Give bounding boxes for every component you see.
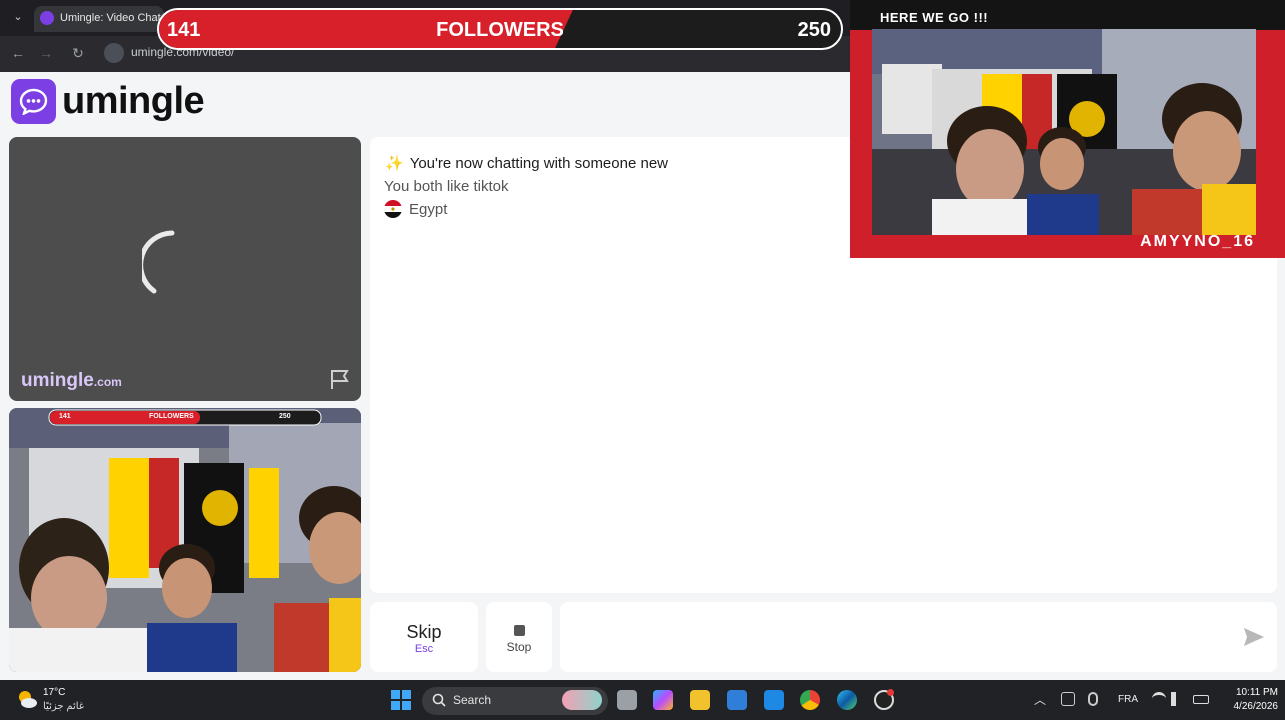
app-logo-wordmark[interactable]: umingle (62, 80, 205, 123)
stream-webcam-overlay: HERE WE GO !!! AMYYNO_16 (850, 0, 1285, 258)
watermark-suffix: .com (93, 375, 122, 389)
task-view-icon[interactable] (617, 690, 637, 710)
mail-icon[interactable] (764, 690, 784, 710)
volume-icon[interactable] (1171, 692, 1185, 706)
file-explorer-icon[interactable] (690, 690, 710, 710)
umingle-logo-icon[interactable] (11, 79, 56, 124)
message-input[interactable] (560, 602, 1277, 672)
overlay-title: HERE WE GO !!! (880, 10, 989, 25)
weather-partly-cloudy-icon[interactable] (16, 688, 38, 710)
report-flag-icon[interactable] (329, 368, 351, 390)
copilot-icon[interactable] (653, 690, 673, 710)
taskbar-clock-time[interactable]: 10:11 PM (1222, 687, 1278, 698)
weather-description[interactable]: غائم جزئيًا (43, 701, 84, 712)
skip-button[interactable]: Skip Esc (370, 602, 478, 672)
skip-shortcut-hint: Esc (414, 643, 434, 655)
skip-button-label: Skip (406, 622, 442, 642)
tray-app-icon[interactable] (1061, 692, 1075, 706)
mini-banner-goal: 250 (279, 413, 291, 420)
windows-start-icon[interactable] (391, 690, 411, 710)
microphone-icon[interactable] (1088, 692, 1098, 706)
mini-banner-current: 141 (59, 413, 71, 420)
loading-spinner-icon (142, 230, 175, 294)
battery-icon[interactable] (1193, 695, 1209, 704)
stop-button[interactable]: Stop (486, 602, 552, 672)
tray-overflow-chevron-icon[interactable]: ︿ (1034, 691, 1046, 708)
followers-goal-banner: 141 FOLLOWERS 250 (157, 8, 843, 50)
back-arrow-icon[interactable]: ← (8, 43, 28, 63)
microsoft-store-icon[interactable] (727, 690, 747, 710)
watermark-name: umingle (21, 370, 94, 391)
stranger-video-watermark: umingle.com (21, 370, 122, 392)
followers-goal-count: 250 (797, 19, 831, 41)
system-message: ✨ You're now chatting with someone new (385, 154, 668, 172)
taskbar-clock-date[interactable]: 4/26/2026 (1222, 701, 1279, 712)
egypt-flag-icon (384, 200, 402, 218)
mini-banner-label: FOLLOWERS (149, 413, 194, 420)
sparkles-icon: ✨ (385, 155, 404, 172)
edge-icon[interactable] (837, 690, 857, 710)
overlay-username: AMYYNO_16 (1140, 233, 1255, 250)
stop-button-label: Stop (506, 640, 532, 654)
search-highlight-icon (562, 690, 602, 710)
taskbar-search-label: Search (453, 693, 492, 707)
forward-arrow-icon[interactable]: → (36, 43, 56, 63)
search-icon (432, 693, 446, 707)
input-language[interactable]: FRA (1118, 694, 1138, 705)
shared-interest-text: You both like tiktok (384, 178, 509, 195)
send-icon[interactable] (1242, 626, 1266, 648)
wifi-icon[interactable] (1152, 692, 1166, 706)
recording-indicator-icon (887, 689, 894, 696)
overlay-webcam-feed (872, 29, 1256, 235)
followers-label: FOLLOWERS (436, 19, 564, 41)
reload-icon[interactable]: ↻ (68, 43, 88, 63)
site-info-icon[interactable] (104, 43, 124, 63)
tab-favicon-icon (40, 11, 54, 25)
chrome-icon[interactable] (800, 690, 820, 710)
self-camera-video: 141 FOLLOWERS 250 (9, 408, 361, 672)
stranger-country: Egypt (409, 201, 448, 218)
stop-icon (513, 625, 525, 636)
system-message-text: You're now chatting with someone new (409, 155, 668, 172)
tab-search-dropdown-icon[interactable]: ⌄ (8, 8, 28, 26)
weather-temperature[interactable]: 17°C (43, 687, 65, 698)
